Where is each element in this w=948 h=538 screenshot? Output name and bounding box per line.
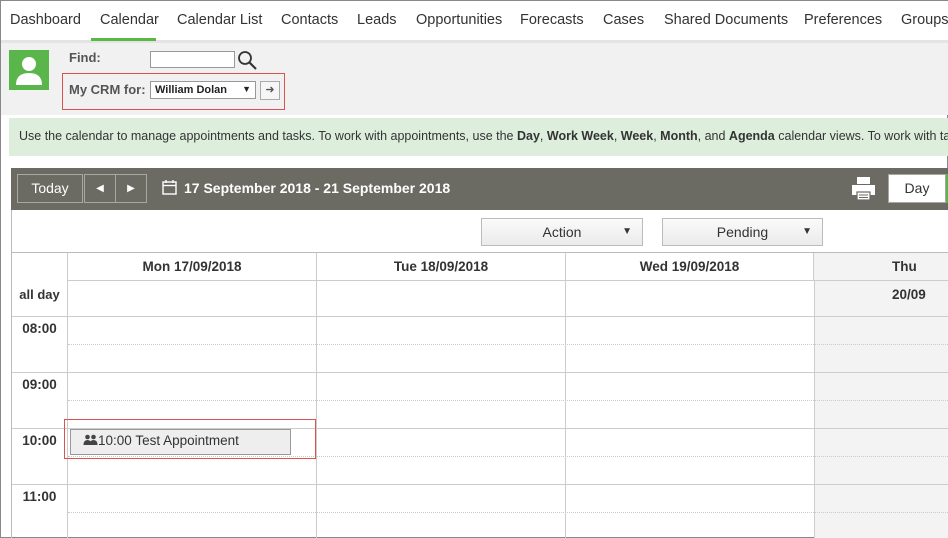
user-avatar-icon xyxy=(9,50,49,90)
status-dropdown[interactable]: Pending ▼ xyxy=(662,218,823,246)
find-label: Find: xyxy=(69,50,101,65)
nav-calendar[interactable]: Calendar xyxy=(100,12,159,28)
nav-opportunities[interactable]: Opportunities xyxy=(416,12,502,28)
top-nav: Dashboard Calendar Calendar List Contact… xyxy=(1,1,948,43)
hour-label-08: 08:00 xyxy=(22,321,57,336)
prev-week-button[interactable]: ◀ xyxy=(84,174,116,203)
action-dropdown[interactable]: Action ▼ xyxy=(481,218,643,246)
action-row: Action ▼ Pending ▼ xyxy=(11,210,948,252)
hour-label-11: 11:00 xyxy=(22,489,57,504)
crm-user-value: William Dolan xyxy=(155,84,228,96)
nav-forecasts[interactable]: Forecasts xyxy=(520,12,584,28)
hour-label-10: 10:00 xyxy=(22,433,57,448)
all-day-label: all day xyxy=(19,287,60,302)
nav-shared-documents[interactable]: Shared Documents xyxy=(664,12,788,28)
find-bar: Find: My CRM for: William Dolan ▼ ➜ xyxy=(1,43,948,115)
day-header-thu[interactable]: Thu 20/09 xyxy=(814,253,948,302)
group-icon xyxy=(83,434,98,446)
nav-calendar-list[interactable]: Calendar List xyxy=(177,12,262,28)
dropdown-arrow-icon: ▼ xyxy=(622,226,632,237)
dropdown-arrow-icon: ▼ xyxy=(802,226,812,237)
today-button[interactable]: Today xyxy=(17,174,83,203)
nav-dashboard[interactable]: Dashboard xyxy=(10,12,81,28)
day-header-tue[interactable]: Tue 18/09/2018 xyxy=(317,253,566,281)
find-input[interactable] xyxy=(150,51,235,68)
calendar-icon[interactable] xyxy=(162,180,177,195)
print-icon[interactable] xyxy=(850,175,877,202)
event-time: 10:00 xyxy=(98,433,132,448)
action-dropdown-label: Action xyxy=(542,224,582,240)
search-icon[interactable] xyxy=(237,50,259,72)
event-title: Test Appointment xyxy=(135,433,239,448)
nav-contacts[interactable]: Contacts xyxy=(281,12,338,28)
crm-for-label: My CRM for: xyxy=(69,82,146,97)
today-column-highlight xyxy=(814,281,948,538)
date-range-label: 17 September 2018 - 21 September 2018 xyxy=(184,180,451,196)
calendar-help-text: Use the calendar to manage appointments … xyxy=(9,118,948,156)
nav-preferences[interactable]: Preferences xyxy=(804,12,882,28)
crm-go-button[interactable]: ➜ xyxy=(260,81,280,100)
calendar-toolbar: Today ◀ ▶ 17 September 2018 - 21 Septemb… xyxy=(11,168,948,210)
week-grid: Mon 17/09/2018 Tue 18/09/2018 Wed 19/09/… xyxy=(11,252,948,538)
calendar-event[interactable]: 10:00 Test Appointment xyxy=(70,429,291,455)
nav-groups[interactable]: Groups xyxy=(901,12,948,28)
chevron-left-icon: ◀ xyxy=(96,183,104,194)
nav-cases[interactable]: Cases xyxy=(603,12,644,28)
arrow-right-icon: ➜ xyxy=(265,84,275,96)
day-header-wed[interactable]: Wed 19/09/2018 xyxy=(566,253,814,281)
chevron-right-icon: ▶ xyxy=(127,183,135,194)
crm-user-select[interactable]: William Dolan ▼ xyxy=(150,81,256,99)
next-week-button[interactable]: ▶ xyxy=(115,174,147,203)
hour-label-09: 09:00 xyxy=(22,377,57,392)
day-view-button[interactable]: Day xyxy=(888,174,946,203)
status-dropdown-label: Pending xyxy=(716,224,769,240)
active-tab-indicator xyxy=(91,38,156,41)
nav-leads[interactable]: Leads xyxy=(357,12,397,28)
day-header-mon[interactable]: Mon 17/09/2018 xyxy=(68,253,317,281)
dropdown-arrow-icon: ▼ xyxy=(242,84,251,94)
